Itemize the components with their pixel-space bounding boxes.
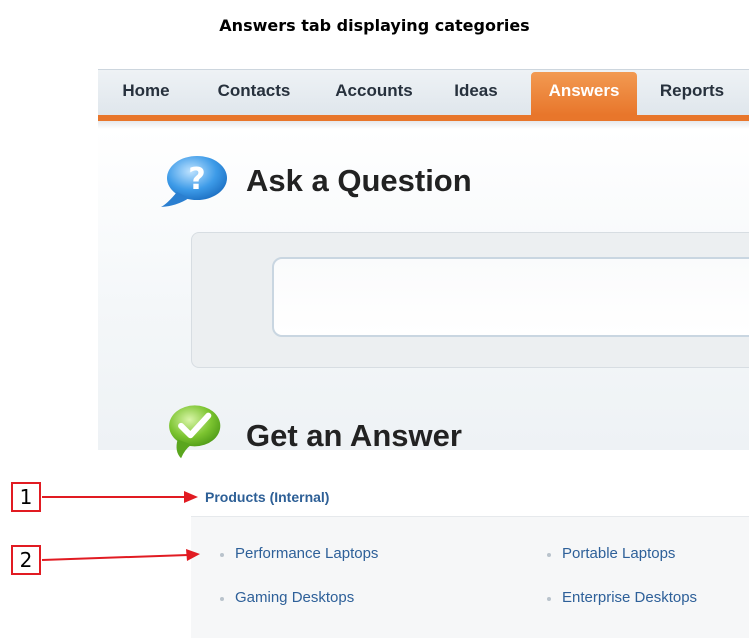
callout-arrow-1	[42, 491, 198, 503]
callout-arrow-2	[41, 549, 200, 561]
callout-arrows	[41, 491, 200, 561]
